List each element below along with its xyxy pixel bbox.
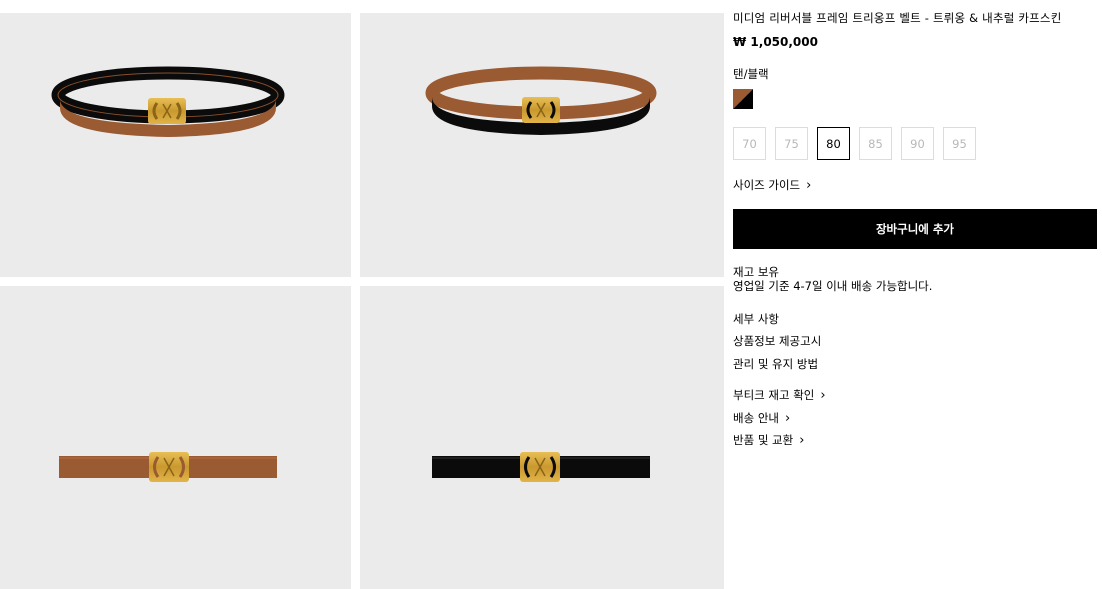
size-guide-label: 사이즈 가이드 — [733, 178, 801, 192]
size-option-80[interactable]: 80 — [817, 127, 850, 160]
returns-exchange-link[interactable]: 반품 및 교환 › — [733, 432, 804, 448]
stock-status: 재고 보유 — [733, 265, 779, 279]
chevron-right-icon: › — [820, 387, 826, 403]
boutique-stock-label: 부티크 재고 확인 — [733, 388, 815, 402]
chevron-right-icon: › — [806, 177, 812, 193]
returns-exchange-label: 반품 및 교환 — [733, 433, 794, 447]
color-name: 탠/블랙 — [733, 67, 769, 81]
care-instructions-link[interactable]: 관리 및 유지 방법 — [733, 356, 818, 372]
size-option-70[interactable]: 70 — [733, 127, 766, 160]
size-option-95[interactable]: 95 — [943, 127, 976, 160]
product-image-belt-black-coiled[interactable] — [360, 13, 724, 277]
size-option-90[interactable]: 90 — [901, 127, 934, 160]
chevron-right-icon: › — [799, 432, 805, 448]
stock-info: 재고 보유 영업일 기준 4-7일 이내 배송 가능합니다. — [733, 265, 932, 293]
swatch-graphic — [733, 89, 753, 109]
size-option-75[interactable]: 75 — [775, 127, 808, 160]
product-info-notice-link[interactable]: 상품정보 제공고시 — [733, 333, 821, 349]
belt-tan-coiled-illustration — [51, 66, 285, 137]
product-image-belt-black-flat[interactable] — [360, 286, 724, 589]
product-price: ₩ 1,050,000 — [733, 35, 818, 49]
shipping-info-link[interactable]: 배송 안내 › — [733, 410, 790, 426]
color-swatch-tan-black[interactable] — [733, 89, 753, 109]
product-image-belt-tan-coiled[interactable] — [0, 13, 351, 277]
details-link[interactable]: 세부 사항 — [733, 311, 779, 327]
size-selector: 70 75 80 85 90 95 — [733, 127, 976, 160]
boutique-stock-link[interactable]: 부티크 재고 확인 › — [733, 387, 826, 403]
product-image-belt-tan-flat[interactable] — [0, 286, 351, 589]
belt-tan-flat-illustration — [59, 452, 277, 482]
add-to-cart-button[interactable]: 장바구니에 추가 — [733, 209, 1097, 249]
product-gallery — [0, 0, 724, 589]
belt-black-coiled-illustration — [425, 66, 657, 135]
belt-black-flat-illustration — [432, 452, 650, 482]
product-title: 미디엄 리버서블 프레임 트리옹프 벨트 - 트뤼옹 & 내추럴 카프스킨 — [733, 11, 1062, 25]
shipping-info-label: 배송 안내 — [733, 411, 779, 425]
size-option-85[interactable]: 85 — [859, 127, 892, 160]
size-guide-link[interactable]: 사이즈 가이드 › — [733, 177, 811, 193]
delivery-estimate: 영업일 기준 4-7일 이내 배송 가능합니다. — [733, 279, 933, 293]
chevron-right-icon: › — [784, 410, 791, 426]
